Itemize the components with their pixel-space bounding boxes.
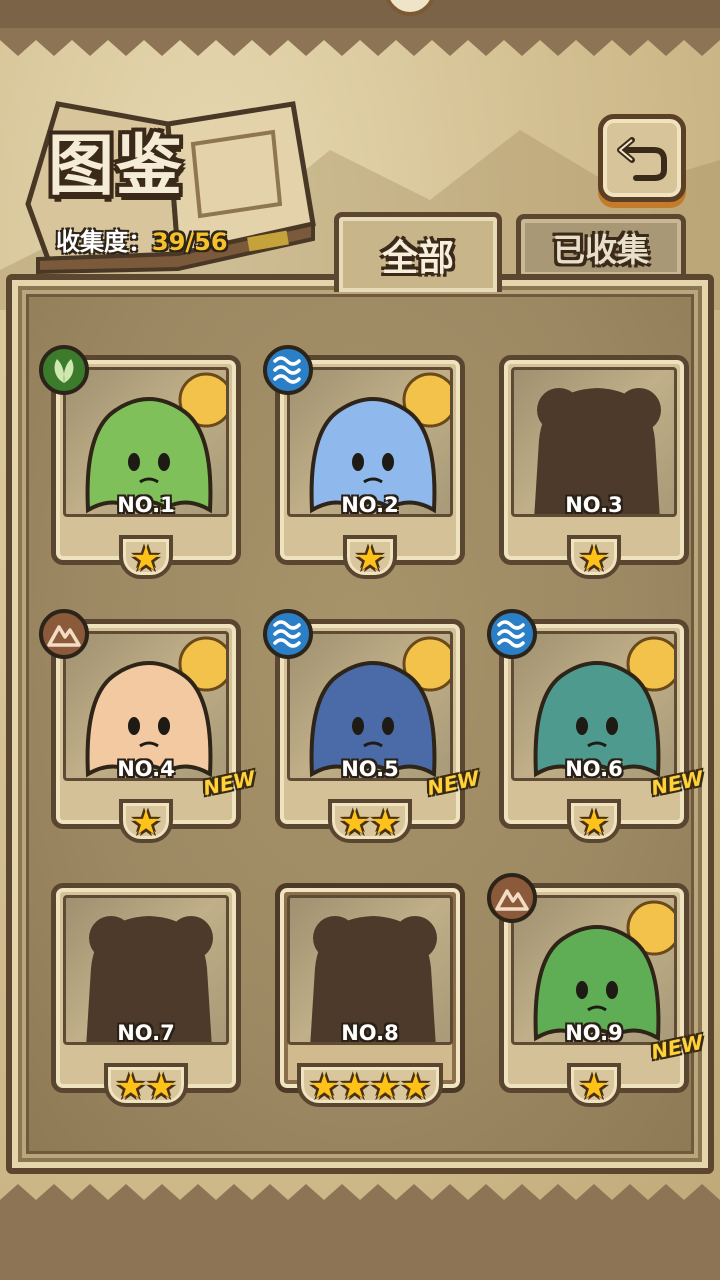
monster-card-7[interactable]: NO.7 ★★	[51, 883, 241, 1107]
star-rating: ★	[51, 799, 241, 843]
monster-card-8[interactable]: NO.8 ★★★★	[275, 883, 465, 1107]
water-icon	[487, 609, 537, 659]
star-icon: ★★	[339, 803, 401, 843]
earth-icon	[487, 873, 537, 923]
star-rating: ★★★★	[275, 1063, 465, 1107]
star-rating: ★	[275, 535, 465, 579]
star-tab: ★★	[327, 799, 413, 843]
star-tab: ★	[566, 535, 622, 579]
card-number: NO.3	[565, 493, 623, 517]
monster-card-3[interactable]: NO.3 ★	[499, 355, 689, 579]
return-arrow-icon	[617, 137, 667, 181]
bottom-border	[0, 1184, 720, 1280]
star-icon: ★	[354, 539, 386, 579]
star-rating: ★	[499, 799, 689, 843]
star-icon: ★	[578, 1067, 610, 1107]
page-title: 图鉴	[48, 126, 184, 204]
collection-value: 39/56	[152, 228, 228, 256]
monster-card-2[interactable]: NO.2 ★	[263, 345, 465, 579]
star-rating: ★★	[51, 1063, 241, 1107]
tab-collected[interactable]: 已收集	[516, 214, 686, 276]
star-tab: ★	[342, 535, 398, 579]
card-number: NO.1	[117, 493, 175, 517]
water-icon	[263, 345, 313, 395]
earth-icon	[39, 609, 89, 659]
monster-card-4[interactable]: NO.4 NEW ★	[39, 609, 257, 843]
back-button[interactable]	[598, 114, 686, 202]
star-tab: ★★	[103, 1063, 189, 1107]
star-icon: ★	[578, 539, 610, 579]
star-tab: ★	[566, 1063, 622, 1107]
tab-all[interactable]: 全部	[334, 212, 502, 292]
star-tab: ★★★★	[297, 1063, 443, 1107]
monster-card-5[interactable]: NO.5 NEW ★★	[263, 609, 481, 843]
monster-card-9[interactable]: NO.9 NEW ★	[487, 873, 705, 1107]
star-rating: ★	[499, 535, 689, 579]
monster-card-6[interactable]: NO.6 NEW ★	[487, 609, 705, 843]
collection-panel: NO.1 ★ NO.2 ★ NO.3 ★ NO.4 NEW ★ NO.5 NEW ★★ NO.6 NEW ★…	[6, 274, 714, 1174]
water-icon	[263, 609, 313, 659]
star-tab: ★	[118, 799, 174, 843]
collection-progress: 收集度：39/56	[56, 222, 228, 257]
card-number: NO.2	[341, 493, 399, 517]
star-tab: ★	[566, 799, 622, 843]
collection-label: 收集度：	[56, 228, 152, 256]
star-rating: ★	[499, 1063, 689, 1107]
star-rating: ★★	[275, 799, 465, 843]
star-icon: ★★★★	[309, 1067, 431, 1107]
monster-card-1[interactable]: NO.1 ★	[39, 345, 241, 579]
card-number: NO.8	[341, 1021, 399, 1045]
star-icon: ★	[130, 803, 162, 843]
star-icon: ★	[130, 539, 162, 579]
star-rating: ★	[51, 535, 241, 579]
star-tab: ★	[118, 535, 174, 579]
top-border	[0, 0, 720, 56]
card-grid: NO.1 ★ NO.2 ★ NO.3 ★ NO.4 NEW ★ NO.5 NEW ★★ NO.6 NEW ★…	[26, 294, 705, 1154]
star-icon: ★★	[115, 1067, 177, 1107]
card-number: NO.7	[117, 1021, 175, 1045]
grass-icon	[39, 345, 89, 395]
star-icon: ★	[578, 803, 610, 843]
